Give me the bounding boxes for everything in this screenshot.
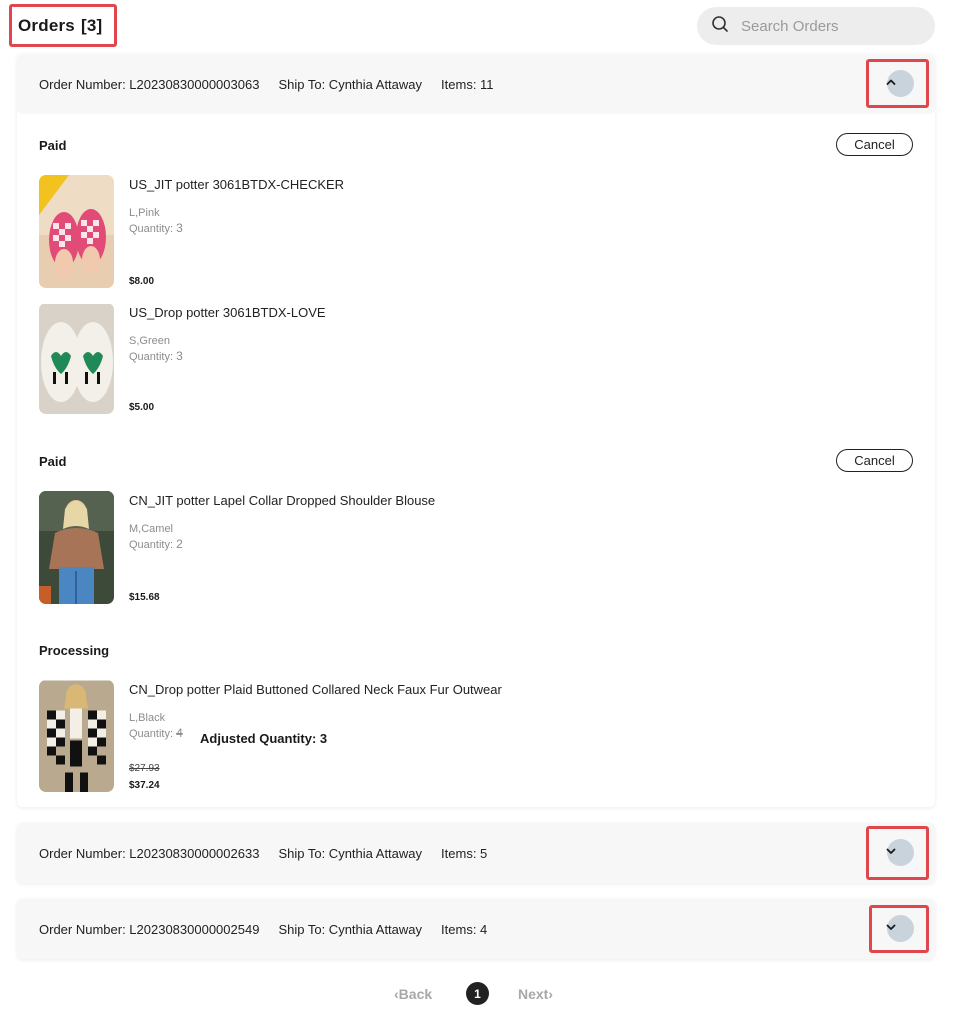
product-image <box>39 491 114 604</box>
items-count: Items: 4 <box>441 921 488 937</box>
quantity-value: 3 <box>176 221 183 235</box>
cancel-button[interactable]: Cancel <box>836 133 913 156</box>
toggle-highlight-box <box>869 905 929 953</box>
order-number: Order Number: L20230830000002633 <box>39 845 260 861</box>
order-item[interactable]: CN_JIT potter Lapel Collar Dropped Shoul… <box>39 491 899 604</box>
title-highlight-box <box>9 4 117 47</box>
plaid-faux-fur-coat-image <box>39 680 114 792</box>
search-icon <box>711 15 729 38</box>
order-item[interactable]: US_JIT potter 3061BTDX-CHECKER L,Pink Qu… <box>39 175 899 288</box>
order-card: Order Number: L20230830000002549 Ship To… <box>17 899 935 959</box>
ship-to: Ship To: Cynthia Attaway <box>278 76 423 92</box>
back-label: Back <box>398 986 433 1002</box>
item-title: US_Drop potter 3061BTDX-LOVE <box>129 305 326 320</box>
status-label: Paid <box>39 138 67 153</box>
item-title: CN_Drop potter Plaid Buttoned Collared N… <box>129 682 502 697</box>
item-variant: L,Pink <box>129 207 160 219</box>
status-label: Paid <box>39 454 67 469</box>
ship-to: Ship To: Cynthia Attaway <box>278 921 423 937</box>
order-card: Order Number: L20230830000003063 Ship To… <box>17 54 935 807</box>
cancel-button[interactable]: Cancel <box>836 449 913 472</box>
camel-blouse-image <box>39 491 114 604</box>
item-variant: L,Black <box>129 712 166 724</box>
quantity-value: 2 <box>176 537 183 551</box>
original-price: $27.93 <box>129 763 160 774</box>
order-number: Order Number: L20230830000002549 <box>39 921 260 937</box>
quantity-label: Quantity: <box>129 728 177 740</box>
order-item[interactable]: CN_Drop potter Plaid Buttoned Collared N… <box>39 680 899 792</box>
quantity-label: Quantity: <box>129 223 177 235</box>
page-1-button[interactable]: 1 <box>466 982 489 1005</box>
back-button[interactable]: ‹Back <box>394 986 432 1002</box>
next-label: Next <box>518 986 549 1002</box>
original-quantity-value: 4 <box>176 726 183 740</box>
item-price: $37.24 <box>129 780 160 791</box>
search-input[interactable] <box>741 17 911 35</box>
ship-to: Ship To: Cynthia Attaway <box>278 845 423 861</box>
product-image <box>39 175 114 288</box>
quantity-label: Quantity: <box>129 351 177 363</box>
order-number: Order Number: L20230830000003063 <box>39 76 260 92</box>
order-card: Order Number: L20230830000002633 Ship To… <box>17 823 935 883</box>
item-quantity: Quantity: 3 <box>129 349 183 363</box>
item-quantity: Quantity: 2 <box>129 537 183 551</box>
order-header[interactable]: Order Number: L20230830000002633 Ship To… <box>17 823 935 883</box>
green-heart-slippers-image <box>39 304 114 414</box>
adjusted-quantity: Adjusted Quantity: 3 <box>200 731 328 746</box>
search-bar[interactable] <box>697 7 935 45</box>
quantity-value: 3 <box>176 349 183 363</box>
item-quantity: Quantity: 4 <box>129 726 183 740</box>
status-label: Processing <box>39 643 110 658</box>
chevron-right-icon: › <box>548 986 554 1002</box>
item-price: $5.00 <box>129 402 155 413</box>
item-title: US_JIT potter 3061BTDX-CHECKER <box>129 177 345 192</box>
toggle-highlight-box <box>866 826 929 880</box>
order-item[interactable]: US_Drop potter 3061BTDX-LOVE S,Green Qua… <box>39 303 899 414</box>
item-variant: S,Green <box>129 335 170 347</box>
pagination: ‹Back 1 Next› <box>0 982 971 1006</box>
next-button[interactable]: Next› <box>518 986 553 1002</box>
quantity-label: Quantity: <box>129 539 177 551</box>
order-header[interactable]: Order Number: L20230830000003063 Ship To… <box>17 54 935 114</box>
pink-checker-slippers-image <box>39 175 114 288</box>
item-price: $15.68 <box>129 592 160 603</box>
item-title: CN_JIT potter Lapel Collar Dropped Shoul… <box>129 493 436 508</box>
item-quantity: Quantity: 3 <box>129 221 183 235</box>
items-count: Items: 5 <box>441 845 488 861</box>
product-image <box>39 303 114 414</box>
items-count: Items: 11 <box>441 76 494 92</box>
toggle-highlight-box <box>866 59 929 108</box>
item-price: $8.00 <box>129 276 155 287</box>
item-variant: M,Camel <box>129 523 174 535</box>
order-header[interactable]: Order Number: L20230830000002549 Ship To… <box>17 899 935 959</box>
product-image <box>39 680 114 792</box>
